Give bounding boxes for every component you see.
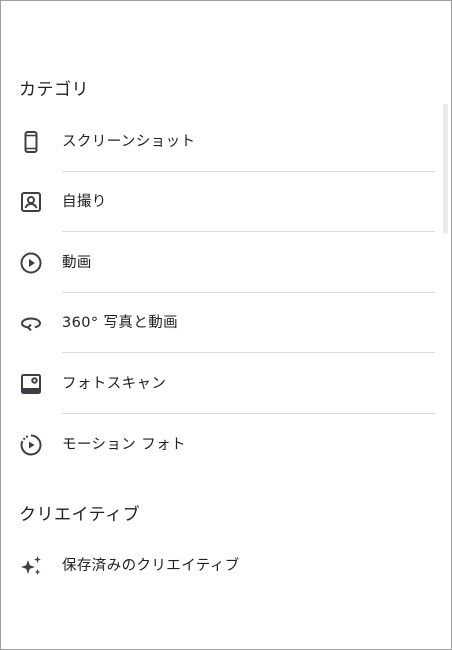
360-rotate-icon bbox=[19, 311, 43, 335]
category-item-videos[interactable]: 動画 bbox=[1, 233, 437, 293]
category-panel: カテゴリ スクリーンショット 自撮り 動画 360° 写真と動画 フォトスキャン… bbox=[0, 0, 452, 650]
scrollbar[interactable] bbox=[443, 104, 448, 234]
category-item-photoscan[interactable]: フォトスキャン bbox=[1, 354, 437, 414]
divider bbox=[62, 352, 435, 353]
category-item-360[interactable]: 360° 写真と動画 bbox=[1, 293, 437, 353]
category-item-motion-photos[interactable]: モーション フォト bbox=[1, 415, 437, 475]
sparkle-icon bbox=[19, 554, 43, 578]
phone-icon bbox=[19, 130, 43, 154]
photoscan-icon bbox=[19, 372, 43, 396]
category-item-label: モーション フォト bbox=[62, 437, 186, 453]
category-item-selfies[interactable]: 自撮り bbox=[1, 172, 437, 232]
section-title-creations: クリエイティブ bbox=[19, 505, 141, 525]
category-item-label: フォトスキャン bbox=[62, 376, 167, 392]
play-circle-icon bbox=[19, 251, 43, 275]
category-item-label: 動画 bbox=[62, 255, 92, 271]
category-item-label: 保存済みのクリエイティブ bbox=[62, 558, 240, 574]
motion-photo-icon bbox=[19, 433, 43, 457]
category-item-label: 360° 写真と動画 bbox=[62, 315, 179, 331]
section-title-categories: カテゴリ bbox=[19, 80, 89, 100]
category-item-saved-creations[interactable]: 保存済みのクリエイティブ bbox=[1, 536, 437, 596]
portrait-icon bbox=[19, 190, 43, 214]
category-item-label: 自撮り bbox=[62, 194, 107, 210]
divider bbox=[62, 231, 435, 232]
category-item-screenshots[interactable]: スクリーンショット bbox=[1, 112, 437, 172]
divider bbox=[62, 413, 435, 414]
category-item-label: スクリーンショット bbox=[62, 134, 196, 150]
